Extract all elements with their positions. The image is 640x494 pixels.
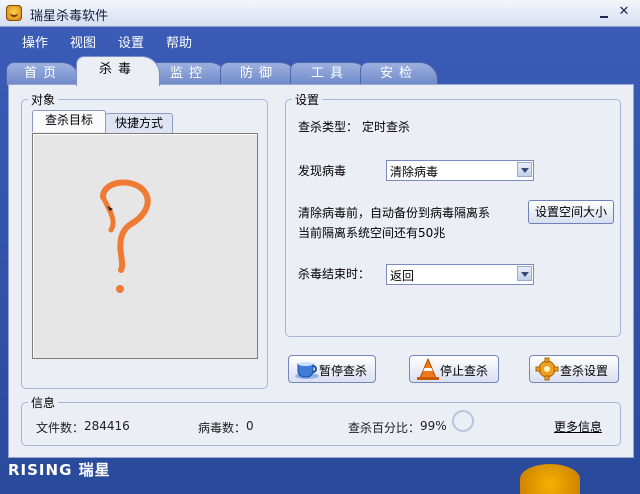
found-virus-select[interactable]: 清除病毒 [386, 160, 534, 181]
scan-end-select[interactable]: 返回 [386, 264, 534, 285]
target-preview[interactable] [32, 133, 258, 359]
set-space-size-button[interactable]: 设置空间大小 [528, 200, 614, 224]
more-info-link[interactable]: 更多信息 [554, 418, 602, 435]
lion-mascot-icon [520, 464, 580, 494]
app-window: 瑞星杀毒软件 ✕ 操作 视图 设置 帮助 首页 杀毒 监控 防御 工具 安检 对… [0, 0, 640, 494]
minimize-button[interactable] [596, 4, 612, 20]
stop-scan-button[interactable]: 停止查杀 [409, 355, 499, 383]
progress-ring-icon [452, 410, 474, 432]
question-mark-icon [100, 179, 151, 293]
stop-scan-label: 停止查杀 [440, 364, 489, 378]
rising-logo: RISING 瑞星 [8, 461, 111, 479]
traffic-cone-icon [417, 357, 439, 380]
virus-count-label: 病毒数： [198, 421, 247, 435]
scan-settings-label: 查杀设置 [560, 364, 609, 378]
menu-view[interactable]: 视图 [70, 32, 96, 51]
scan-type-label: 查杀类型： [298, 120, 359, 134]
chevron-down-icon[interactable] [517, 266, 532, 281]
file-count-value: 284416 [84, 419, 130, 433]
menu-operate[interactable]: 操作 [22, 32, 48, 51]
virus-count-value: 0 [246, 419, 254, 433]
found-virus-select-value: 清除病毒 [390, 165, 439, 179]
gear-icon [535, 357, 559, 381]
menu-settings[interactable]: 设置 [118, 32, 144, 51]
pause-scan-label: 暂停查杀 [319, 364, 368, 378]
subtab-shortcut[interactable]: 快捷方式 [105, 113, 173, 133]
scan-settings-button[interactable]: 查杀设置 [529, 355, 619, 383]
tab-scan[interactable]: 杀毒 [76, 56, 160, 86]
backup-note-line1: 清除病毒前，自动备份到病毒隔离系 [298, 206, 491, 220]
file-count-label: 文件数： [36, 421, 85, 435]
scan-end-select-value: 返回 [390, 269, 415, 283]
object-group: 对象 查杀目标 快捷方式 [21, 91, 268, 389]
close-button[interactable]: ✕ [616, 4, 632, 20]
scan-panel: 对象 查杀目标 快捷方式 设置 查杀类型： 定时查杀 发现病毒 清除病毒 清除病… [8, 84, 634, 458]
tab-monitor[interactable]: 监控 [150, 62, 228, 85]
tab-home[interactable]: 首页 [6, 62, 80, 85]
settings-group: 设置 查杀类型： 定时查杀 发现病毒 清除病毒 清除病毒前，自动备份到病毒隔离系… [285, 91, 621, 337]
info-group-title: 信息 [28, 394, 59, 411]
main-tabs: 首页 杀毒 监控 防御 工具 安检 [0, 56, 640, 86]
scan-type-value: 定时查杀 [362, 120, 411, 134]
info-group: 信息 文件数： 284416 病毒数： 0 查杀百分比： 99% 更多信息 [21, 394, 621, 446]
title-bar: 瑞星杀毒软件 ✕ [0, 0, 640, 27]
menu-help[interactable]: 帮助 [166, 32, 192, 51]
backup-note-line2: 当前隔离系统空间还有50兆 [298, 226, 446, 240]
found-virus-label: 发现病毒 [298, 164, 347, 178]
subtab-scan-target[interactable]: 查杀目标 [32, 110, 106, 132]
tab-security-check[interactable]: 安检 [360, 62, 438, 85]
scan-end-label: 杀毒结束时： [298, 267, 371, 281]
window-title: 瑞星杀毒软件 [30, 9, 109, 24]
chevron-down-icon[interactable] [517, 162, 532, 177]
scan-percent-value: 99% [420, 419, 447, 433]
settings-group-title: 设置 [292, 91, 323, 108]
pause-scan-button[interactable]: 暂停查杀 [288, 355, 376, 383]
tab-tools[interactable]: 工具 [290, 62, 370, 85]
tab-defense[interactable]: 防御 [220, 62, 298, 85]
lion-logo-icon [6, 5, 22, 21]
menu-bar: 操作 视图 设置 帮助 [0, 27, 640, 51]
scan-percent-label: 查杀百分比： [348, 421, 421, 435]
coffee-cup-icon [295, 362, 319, 379]
object-group-title: 对象 [28, 91, 59, 108]
